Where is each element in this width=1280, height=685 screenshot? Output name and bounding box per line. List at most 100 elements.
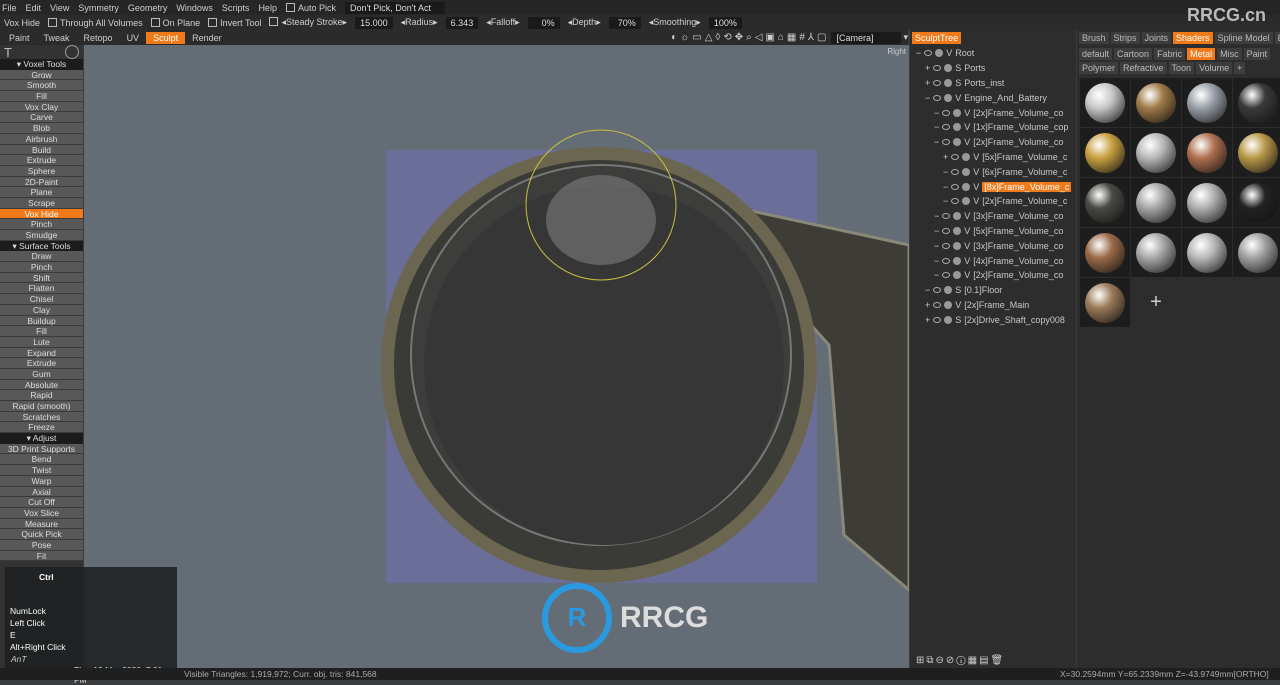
eye-icon[interactable]	[924, 50, 933, 57]
tab-uv[interactable]: UV	[120, 32, 147, 44]
visibility-dot-icon[interactable]	[935, 49, 944, 58]
eye-icon[interactable]	[933, 316, 942, 323]
tree-node[interactable]: − V [3x]Frame_Volume_co	[916, 238, 1076, 253]
expand-toggle-icon[interactable]: −	[943, 167, 948, 177]
shader-ball[interactable]	[1233, 178, 1280, 227]
tool-carve[interactable]: Carve	[0, 112, 83, 124]
tool-rapid-smooth-[interactable]: Rapid (smooth)	[0, 401, 83, 412]
expand-toggle-icon[interactable]: −	[934, 108, 939, 118]
tool-pinch[interactable]: Pinch	[0, 219, 83, 230]
text-tool-icon[interactable]: T	[4, 45, 12, 60]
shader-ball[interactable]	[1233, 128, 1280, 177]
shader-ball[interactable]	[1131, 178, 1181, 227]
expand-toggle-icon[interactable]: −	[943, 182, 948, 192]
tab-spline-model[interactable]: Spline Model	[1214, 32, 1273, 44]
tree-node[interactable]: − V [8x]Frame_Volume_c	[916, 179, 1076, 194]
visibility-dot-icon[interactable]	[953, 241, 962, 250]
tool-2d-paint[interactable]: 2D-Paint	[0, 176, 83, 188]
expand-toggle-icon[interactable]: −	[943, 196, 948, 206]
tool-vox-clay[interactable]: Vox Clay	[0, 101, 83, 113]
expand-toggle-icon[interactable]: −	[934, 122, 939, 132]
eye-icon[interactable]	[942, 124, 951, 131]
tree-node[interactable]: + V [5x]Frame_Volume_c	[916, 150, 1076, 165]
tree-node[interactable]: − V [3x]Frame_Volume_co	[916, 209, 1076, 224]
tree-node[interactable]: − V [2x]Frame_Volume_co	[916, 268, 1076, 283]
visibility-dot-icon[interactable]	[962, 182, 971, 191]
menu-help[interactable]: Help	[258, 3, 277, 13]
shader-category-cartoon[interactable]: Cartoon	[1114, 48, 1153, 60]
tab-render[interactable]: Render	[185, 32, 229, 44]
visibility-dot-icon[interactable]	[944, 64, 953, 73]
visibility-dot-icon[interactable]	[944, 78, 953, 87]
eye-icon[interactable]	[951, 153, 960, 160]
tool-chisel[interactable]: Chisel	[0, 294, 83, 305]
expand-toggle-icon[interactable]: −	[934, 241, 939, 251]
tool-shift[interactable]: Shift	[0, 272, 83, 284]
tool-pose[interactable]: Pose	[0, 539, 83, 551]
menu-windows[interactable]: Windows	[176, 3, 213, 13]
tool-measure[interactable]: Measure	[0, 518, 83, 530]
expand-toggle-icon[interactable]: +	[925, 300, 930, 310]
visibility-dot-icon[interactable]	[944, 286, 953, 295]
visibility-dot-icon[interactable]	[953, 108, 962, 117]
expand-toggle-icon[interactable]: −	[934, 137, 939, 147]
menu-scripts[interactable]: Scripts	[222, 3, 250, 13]
expand-toggle-icon[interactable]: −	[934, 256, 939, 266]
invert-tool-checkbox[interactable]: Invert Tool	[208, 17, 261, 28]
expand-toggle-icon[interactable]: −	[916, 48, 921, 58]
tool-fill[interactable]: Fill	[0, 91, 83, 102]
visibility-dot-icon[interactable]	[962, 197, 971, 206]
depth-field[interactable]: 70%	[608, 16, 641, 29]
shader-ball[interactable]	[1182, 178, 1232, 227]
tab-brush[interactable]: Brush	[1079, 32, 1109, 44]
eye-icon[interactable]	[942, 272, 951, 279]
tree-node[interactable]: + S [2x]Drive_Shaft_copy008	[916, 312, 1076, 327]
shader-ball[interactable]	[1182, 228, 1232, 277]
expand-toggle-icon[interactable]: −	[925, 93, 930, 103]
tree-node[interactable]: − V [2x]Frame_Volume_co	[916, 135, 1076, 150]
expand-toggle-icon[interactable]: −	[934, 211, 939, 221]
tool-vox-hide[interactable]: Vox Hide	[0, 208, 83, 220]
visibility-dot-icon[interactable]	[962, 167, 971, 176]
eye-icon[interactable]	[933, 65, 942, 72]
shader-category-paint[interactable]: Paint	[1243, 48, 1271, 60]
tree-node[interactable]: + S Ports_inst	[916, 76, 1076, 91]
section-surface-tools[interactable]: ▾ Surface Tools	[0, 240, 83, 252]
expand-toggle-icon[interactable]: +	[925, 315, 930, 325]
tool-pinch[interactable]: Pinch	[0, 262, 83, 273]
auto-pick-checkbox[interactable]: Auto Pick	[285, 2, 336, 13]
tree-node[interactable]: + S Ports	[916, 61, 1076, 76]
shader-category-refractive[interactable]: Refractive	[1120, 62, 1167, 74]
tool-absolute[interactable]: Absolute	[0, 379, 83, 391]
eye-icon[interactable]	[951, 183, 960, 190]
tree-node[interactable]: − V [4x]Frame_Volume_co	[916, 253, 1076, 268]
tree-node[interactable]: − S [0.1]Floor	[916, 283, 1076, 298]
tab-joints[interactable]: Joints	[1141, 32, 1172, 44]
tool-axial[interactable]: Axial	[0, 486, 83, 498]
expand-toggle-icon[interactable]: −	[925, 285, 930, 295]
tool-clay[interactable]: Clay	[0, 304, 83, 316]
shader-ball[interactable]	[1131, 228, 1181, 277]
eye-icon[interactable]	[951, 198, 960, 205]
viewport[interactable]: Right R RRCG	[84, 45, 909, 668]
visibility-dot-icon[interactable]	[944, 315, 953, 324]
tool-fit[interactable]: Fit	[0, 550, 83, 562]
eye-icon[interactable]	[942, 139, 951, 146]
tree-action-icons[interactable]: ⊞⧉⊖⊘ⓘ▦▤🗑	[916, 655, 1005, 666]
visibility-dot-icon[interactable]	[953, 271, 962, 280]
visibility-dot-icon[interactable]	[953, 226, 962, 235]
shader-ball[interactable]	[1080, 128, 1130, 177]
eye-icon[interactable]	[942, 213, 951, 220]
visibility-dot-icon[interactable]	[953, 123, 962, 132]
tab-strips[interactable]: Strips	[1110, 32, 1140, 44]
shader-ball[interactable]	[1131, 78, 1181, 127]
tool-buildup[interactable]: Buildup	[0, 315, 83, 327]
visibility-dot-icon[interactable]	[953, 138, 962, 147]
tool-extrude[interactable]: Extrude	[0, 358, 83, 369]
shader-ball[interactable]	[1233, 228, 1280, 277]
eye-icon[interactable]	[942, 257, 951, 264]
falloff-field[interactable]: 0%	[527, 16, 560, 29]
tree-node[interactable]: − V [1x]Frame_Volume_cop	[916, 120, 1076, 135]
pick-mode-select[interactable]: Don't Pick, Don't Act	[344, 1, 445, 14]
tree-node[interactable]: − V [2x]Frame_Volume_c	[916, 194, 1076, 209]
